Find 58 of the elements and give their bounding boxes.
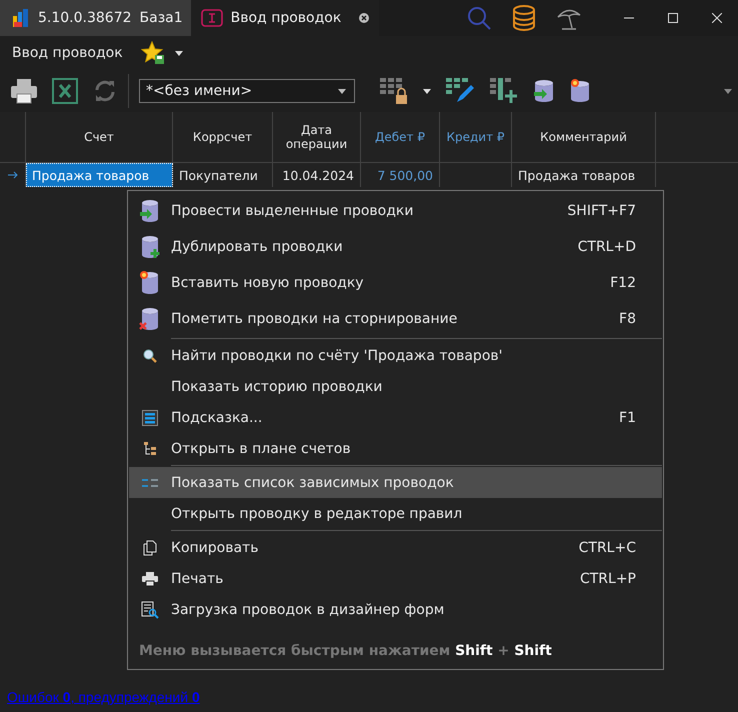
table-cell: Продажа товаров [512, 163, 656, 187]
menu-item[interactable]: Найти проводки по счёту 'Продажа товаров' [129, 340, 662, 371]
overflow-caret-icon[interactable] [724, 88, 732, 94]
version-label: 5.10.0.38672 [38, 10, 132, 26]
app-logo-icon [12, 8, 30, 28]
database-plus-icon [139, 235, 161, 259]
locked-grid-icon[interactable] [379, 77, 409, 105]
menu-item[interactable]: Пометить проводки на сторнирование F8 [129, 301, 662, 337]
close-icon[interactable] [358, 13, 369, 23]
table-cell: 7 500,00 [361, 163, 440, 187]
database-label: База1 [140, 10, 183, 26]
print-icon [142, 572, 158, 586]
add-column-icon[interactable] [489, 77, 519, 105]
menu-item[interactable]: Копировать CTRL+C [129, 532, 662, 563]
database-arrow-icon [139, 199, 161, 223]
favorite-star-icon[interactable] [140, 41, 165, 65]
dropdown-caret-icon [338, 88, 346, 94]
menu-item[interactable]: Вставить новую проводку F12 [129, 265, 662, 301]
menu-item[interactable]: Печать CTRL+P [129, 563, 662, 594]
database-cross-icon [139, 307, 161, 331]
database-icon[interactable] [512, 5, 536, 31]
copy-icon [143, 540, 157, 556]
menu-item[interactable]: Дублировать проводки CTRL+D [129, 229, 662, 265]
table-cell: 10.04.2024 [273, 163, 361, 187]
database-star-icon [139, 271, 161, 295]
maximize-icon[interactable] [668, 13, 678, 23]
column-header[interactable]: Дата операции [273, 112, 361, 162]
dashed-lines-icon [142, 478, 158, 488]
menu-item[interactable]: Подсказка... F1 [129, 402, 662, 433]
list-icon [142, 410, 158, 426]
dropdown-caret-icon[interactable] [174, 50, 183, 56]
close-icon[interactable] [712, 13, 722, 23]
edit-grid-icon[interactable] [445, 77, 475, 105]
search-icon [143, 348, 157, 362]
menu-item[interactable]: Показать список зависимых проводок [129, 467, 662, 498]
table-cell: Покупатели [173, 163, 273, 187]
column-header[interactable]: Коррсчет [173, 112, 273, 162]
dropdown-caret-icon[interactable] [423, 88, 431, 94]
document-search-icon [141, 600, 159, 618]
column-header[interactable]: Комментарий [512, 112, 656, 162]
table-cell: Продажа товаров [26, 163, 173, 187]
excel-icon[interactable] [52, 78, 78, 104]
column-header[interactable]: Кредит ₽ [440, 112, 512, 162]
post-entries-icon[interactable] [533, 79, 555, 103]
column-header[interactable]: Дебет ₽ [361, 112, 440, 162]
menu-item[interactable]: Открыть в плане счетов [129, 433, 662, 464]
page-title: Ввод проводок [12, 45, 123, 61]
menu-item[interactable]: Открыть проводку в редакторе правил [129, 498, 662, 529]
print-icon[interactable] [10, 78, 38, 104]
column-header[interactable]: Счет [26, 112, 173, 162]
form-icon [200, 9, 223, 27]
menu-item[interactable]: Провести выделенные проводки SHIFT+F7 [129, 193, 662, 229]
menu-item[interactable]: Показать историю проводки [129, 371, 662, 402]
insert-entry-icon[interactable] [569, 79, 591, 103]
tree-icon [143, 442, 157, 456]
menu-item[interactable]: Загрузка проводок в дизайнер форм [129, 594, 662, 625]
layout-select[interactable]: *<без имени> [139, 79, 355, 103]
menu-hint: Меню вызывается быстрым нажатием Shift + Shift [138, 642, 553, 659]
